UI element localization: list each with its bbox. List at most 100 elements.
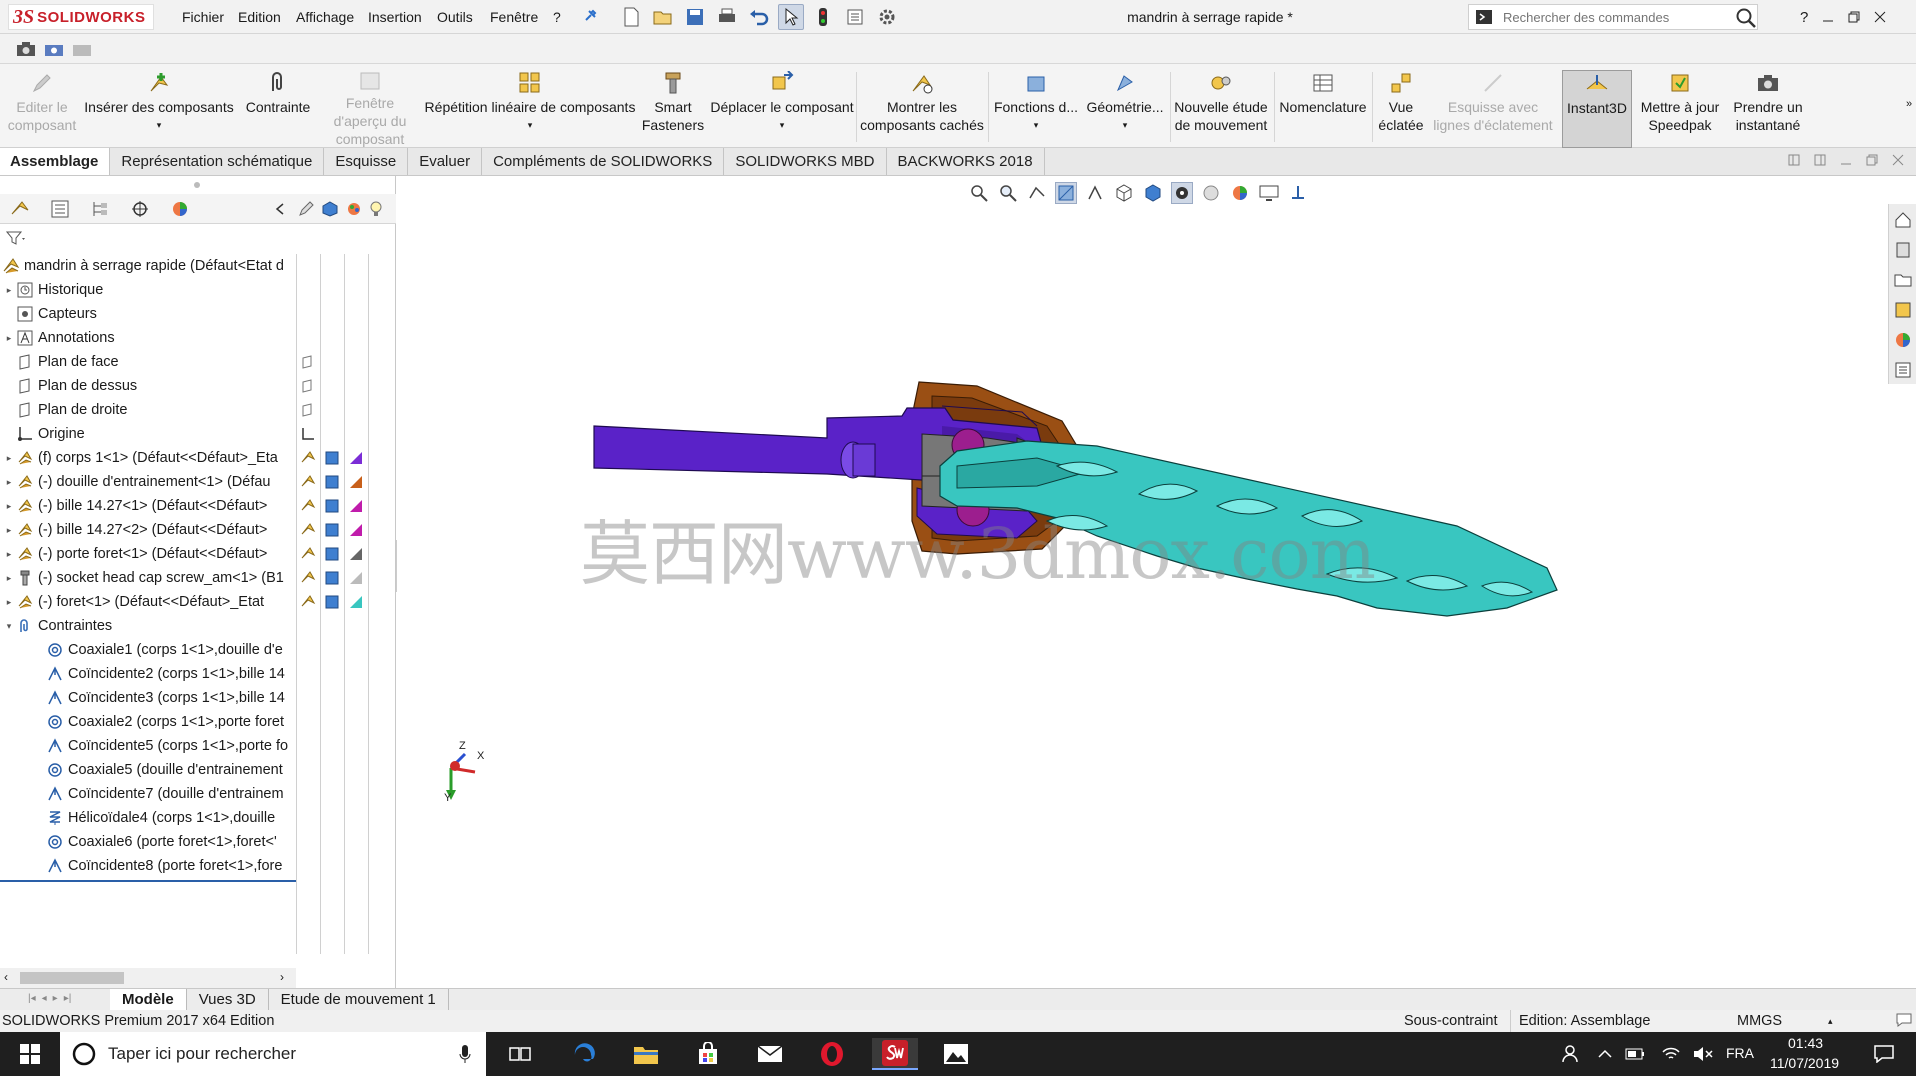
tree-item-contraintes[interactable]: ▾ Contraintes [2,614,112,638]
tab-assemblage[interactable]: Assemblage [0,148,111,175]
component-state-icon[interactable] [299,473,317,491]
appearances-scenes-icon[interactable] [1893,330,1913,350]
tree-item-plan-de-droite[interactable]: Plan de droite [2,398,127,422]
expand-arrow-icon[interactable]: ▸ [2,518,16,542]
scroll-thumb[interactable] [20,972,124,984]
appearance-icon[interactable] [347,545,365,563]
language-indicator[interactable]: FRA [1726,1045,1754,1061]
close-icon[interactable] [1874,11,1886,23]
display-state-icon[interactable] [323,593,341,611]
view-palette-icon[interactable] [1893,300,1913,320]
snapshot-camera-icon[interactable] [44,41,64,57]
units-selector[interactable]: MMGS [1737,1010,1782,1032]
mate-item-coaxiale2[interactable]: Coaxiale2 (corps 1<1>,porte foret [46,710,284,734]
view-settings-icon[interactable] [1258,182,1280,204]
part-cube-icon[interactable] [320,198,340,220]
appearance-icon[interactable] [347,521,365,539]
command-search-input[interactable] [1469,9,1719,25]
appearance-icon[interactable] [347,497,365,515]
edge-browser-icon[interactable] [564,1038,604,1070]
tab-representation-schematique[interactable]: Représentation schématique [110,148,325,175]
update-speedpak-button[interactable]: Mettre à jour Speedpak [1636,70,1724,148]
dynamic-annotation-icon[interactable] [1084,182,1106,204]
menu-edition[interactable]: Edition [238,0,281,34]
move-component-button[interactable]: Déplacer le composant ▾ [710,70,854,148]
first-tab-icon[interactable]: |◂ [28,993,36,1004]
tree-root-assembly[interactable]: mandrin à serrage rapide (Défaut<Etat d [2,254,284,278]
menu-fenetre[interactable]: Fenêtre [490,0,538,34]
doc-minimize-icon[interactable] [1840,154,1852,166]
tab-esquisse[interactable]: Esquisse [324,148,409,175]
display-state-icon[interactable] [323,569,341,587]
component-state-icon[interactable] [299,449,317,467]
panel-splitter-handle[interactable] [194,182,200,188]
bom-button[interactable]: Nomenclature [1278,70,1368,148]
mate-item-coincidente3[interactable]: Coïncidente3 (corps 1<1>,bille 14 [46,686,285,710]
menu-fichier[interactable]: Fichier [182,0,224,34]
previous-view-icon[interactable] [1026,182,1048,204]
collapse-left-icon[interactable] [270,198,290,220]
camera-icon[interactable] [16,41,36,57]
tree-item-origine[interactable]: Origine [2,422,85,446]
open-folder-icon[interactable] [650,4,676,30]
dropdown-arrow-icon[interactable]: ▾ [528,116,533,134]
appearance-icon[interactable] [347,569,365,587]
zoom-to-area-icon[interactable] [997,182,1019,204]
menu-help[interactable]: ? [553,0,561,34]
tree-item-bille-1[interactable]: ▸ (-) bille 14.27<1> (Défaut<<Défaut> [2,494,268,518]
appearance-icon[interactable] [347,593,365,611]
record-icon[interactable] [72,41,92,57]
tree-horizontal-scrollbar[interactable]: ‹ › [0,968,296,988]
display-state-icon[interactable] [323,497,341,515]
mate-item-coincidente8[interactable]: Coïncidente8 (porte foret<1>,fore [46,854,282,878]
mate-item-helicoidale4[interactable]: Hélicoïdale4 (corps 1<1>,douille [46,806,275,830]
component-state-icon[interactable] [299,569,317,587]
wifi-icon[interactable] [1656,1038,1686,1070]
tab-vues-3d[interactable]: Vues 3D [187,988,269,1011]
mate-item-coincidente5[interactable]: Coïncidente5 (corps 1<1>,porte fo [46,734,288,758]
smart-fasteners-button[interactable]: Smart Fasteners [636,70,710,148]
custom-properties-icon[interactable] [1893,360,1913,380]
previous-tab-icon[interactable]: ◂ [42,993,47,1004]
display-state-icon[interactable] [323,473,341,491]
battery-icon[interactable] [1620,1038,1650,1070]
pencil-icon[interactable] [296,198,316,220]
tree-item-corps[interactable]: ▸ (f) corps 1<1> (Défaut<<Défaut>_Eta [2,446,278,470]
dropdown-arrow-icon[interactable]: ▾ [1123,116,1128,134]
exploded-view-button[interactable]: Vue éclatée [1376,70,1426,148]
tree-item-foret[interactable]: ▸ (-) foret<1> (Défaut<<Défaut>_Etat [2,590,264,614]
solidworks-logo[interactable]: 3S SOLIDWORKS [8,4,154,30]
units-dropdown-icon[interactable]: ▴ [1828,1010,1833,1032]
save-icon[interactable] [682,4,708,30]
store-icon[interactable] [688,1038,728,1070]
options-gear-icon[interactable] [874,4,900,30]
mate-item-coaxiale6[interactable]: Coaxiale6 (porte foret<1>,foret<' [46,830,277,854]
volume-muted-icon[interactable] [1688,1038,1718,1070]
apply-scene-icon[interactable] [1229,182,1251,204]
component-state-icon[interactable] [299,497,317,515]
clock-date[interactable]: 11/07/2019 [1770,1055,1839,1071]
restore-icon[interactable] [1848,11,1860,23]
component-preview-button[interactable]: Fenêtre d'aperçu du composant [320,70,420,148]
zoom-to-fit-icon[interactable] [968,182,990,204]
explode-line-sketch-button[interactable]: Esquisse avec lignes d'éclatement [1428,70,1558,148]
windows-start-icon[interactable] [10,1038,50,1070]
expand-arrow-icon[interactable]: ▸ [2,470,16,494]
doc-close-icon[interactable] [1892,154,1904,166]
help-icon[interactable]: ? [1800,9,1808,26]
tab-backworks[interactable]: BACKWORKS 2018 [887,148,1045,175]
take-snapshot-button[interactable]: Prendre un instantané [1728,70,1808,148]
edit-appearance-icon[interactable] [1200,182,1222,204]
dimxpert-tab-icon[interactable] [126,198,154,220]
filter-funnel-icon[interactable] [6,230,26,246]
mate-button[interactable]: Contrainte [236,70,320,148]
display-style-icon[interactable] [1142,182,1164,204]
minimize-icon[interactable] [1822,11,1834,23]
instant3d-button[interactable]: Instant3D [1562,70,1632,148]
insert-components-button[interactable]: Insérer des composants ▾ [84,70,234,148]
mate-item-coaxiale1[interactable]: Coaxiale1 (corps 1<1>,douille d'e [46,638,283,662]
expand-arrow-icon[interactable]: ▸ [2,278,16,302]
tab-etude-de-mouvement[interactable]: Etude de mouvement 1 [269,988,449,1011]
mate-item-coincidente2[interactable]: Coïncidente2 (corps 1<1>,bille 14 [46,662,285,686]
expand-arrow-icon[interactable]: ▸ [2,566,16,590]
